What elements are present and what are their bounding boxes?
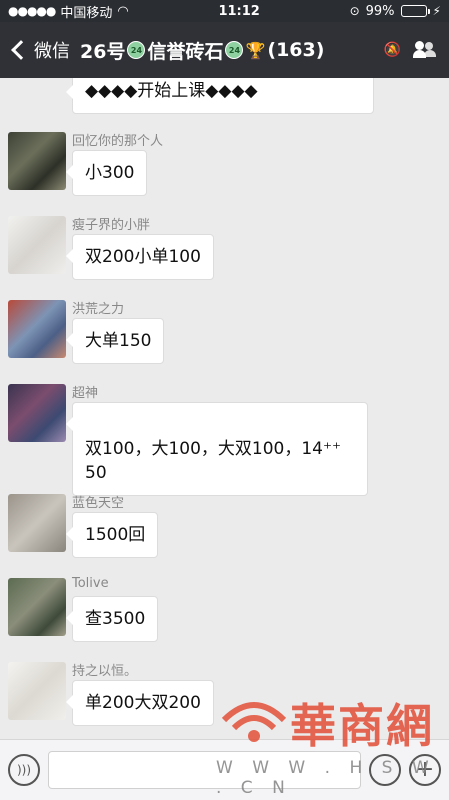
group-info-icon[interactable]	[413, 41, 437, 59]
voice-button[interactable]: )))	[8, 754, 40, 786]
message-bubble[interactable]: 双100，大100，大双100，14⁺⁺ 50	[66, 402, 368, 496]
sender-name: 持之以恒。	[72, 664, 138, 679]
emoji-button[interactable]	[369, 754, 401, 786]
member-count: (163)	[267, 39, 325, 61]
title-prefix: 26号	[80, 40, 126, 63]
sender-name: 回忆你的那个人	[72, 134, 164, 149]
avatar[interactable]	[8, 384, 66, 442]
status-left: ●●●●● 中国移动 ◠	[8, 2, 129, 21]
message-text: ◆◆◆◆开始上课◆◆◆◆	[85, 81, 258, 101]
message-bubble[interactable]: ◆◆◆◆开始上课◆◆◆◆	[66, 78, 374, 114]
avatar[interactable]	[8, 494, 66, 552]
title-mid: 信誉砖石	[147, 40, 224, 63]
back-button[interactable]: 微信	[0, 37, 80, 63]
chat-header: 微信 26号 24 信誉砖石 24 🏆 (163) 🔕	[0, 22, 449, 78]
message-bubble[interactable]: 大单150	[65, 318, 165, 364]
avatar[interactable]	[8, 300, 66, 358]
message-bubble[interactable]: 1500回	[65, 512, 159, 558]
orientation-lock-icon: ⊙	[349, 4, 360, 18]
status-right: ⊙ 99% ⚡	[350, 4, 441, 19]
sender-name: 蓝色天空	[72, 496, 125, 511]
add-button[interactable]: +	[409, 754, 441, 786]
trophy-icon: 🏆	[245, 40, 266, 60]
message-bubble[interactable]: 单200大双200	[66, 680, 214, 726]
wifi-icon: ◠	[117, 3, 129, 19]
charging-icon: ⚡	[432, 4, 441, 18]
sender-name: Tolive	[72, 576, 109, 591]
sender-name: 瘦子界的小胖	[72, 218, 151, 233]
message-text: 1500回	[85, 525, 146, 545]
sender-name: 洪荒之力	[72, 302, 125, 317]
back-label: 微信	[34, 41, 70, 62]
lottery-ball-icon: 24	[225, 41, 244, 59]
avatar[interactable]	[8, 578, 66, 636]
sender-name: 超神	[72, 386, 99, 401]
status-bar: ●●●●● 中国移动 ◠ 11:12 ⊙ 99% ⚡	[0, 0, 449, 22]
voice-icon: )))	[16, 763, 32, 777]
lottery-ball-icon: 24	[127, 41, 146, 59]
avatar[interactable]	[8, 216, 66, 274]
message-bubble[interactable]: 双200小单100	[66, 234, 214, 280]
chevron-left-icon	[11, 40, 31, 60]
clock: 11:12	[218, 3, 260, 19]
signal-icon: ●●●●●	[8, 4, 56, 18]
message-bubble[interactable]: 查3500	[65, 596, 159, 642]
message-text: 双100，大100，大双100，14⁺⁺ 50	[85, 439, 341, 483]
chat-area[interactable]: ◆◆◆◆开始上课◆◆◆◆ 回忆你的那个人 小300 瘦子界的小胖 双200小单1…	[0, 78, 449, 739]
message-text: 双200小单100	[85, 247, 201, 267]
avatar[interactable]	[8, 662, 66, 720]
avatar[interactable]	[8, 132, 66, 190]
battery-icon	[400, 5, 430, 17]
battery-percent: 99%	[365, 3, 395, 19]
plus-icon: +	[415, 757, 435, 782]
message-text: 单200大双200	[85, 693, 201, 713]
message-text: 大单150	[85, 331, 152, 351]
header-actions: 🔕	[384, 41, 449, 59]
message-text: 小300	[85, 163, 135, 183]
chat-title: 26号 24 信誉砖石 24 🏆 (163)	[80, 37, 384, 64]
message-text: 查3500	[85, 609, 146, 629]
mute-icon: 🔕	[383, 42, 401, 58]
message-bubble[interactable]: 小300	[65, 150, 148, 196]
input-bar: ))) +	[0, 739, 449, 800]
message-input[interactable]	[48, 751, 361, 789]
carrier-label: 中国移动	[60, 5, 113, 21]
